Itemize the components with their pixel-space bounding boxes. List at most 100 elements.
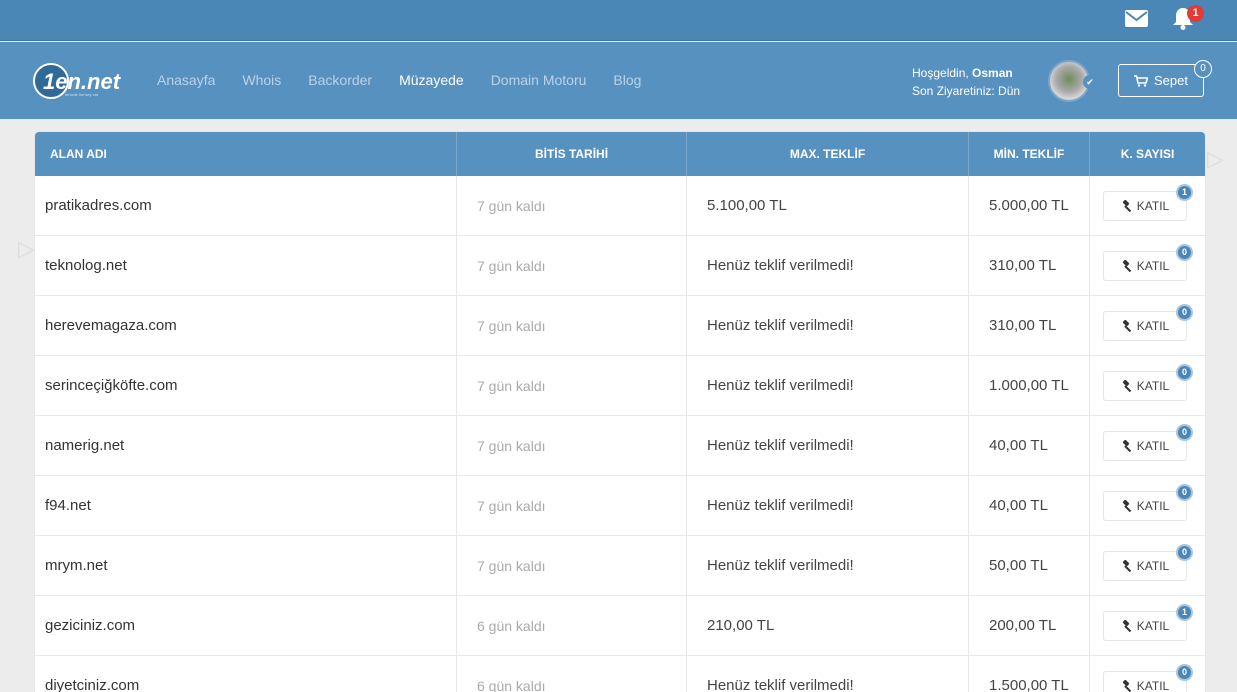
header-end-date[interactable]: BİTİS TARİHİ xyxy=(457,132,687,176)
min-bid: 40,00 TL xyxy=(969,416,1090,475)
gavel-icon xyxy=(1122,499,1131,512)
main-navbar: 1en.net bir'inde her'sey var Anasayfa Wh… xyxy=(0,42,1237,119)
top-bar: 1 xyxy=(0,0,1237,41)
bid-count-badge: 1 xyxy=(1176,184,1193,201)
nav-link-backorder[interactable]: Backorder xyxy=(308,72,372,88)
domain-name[interactable]: teknolog.net xyxy=(35,236,457,295)
bid-count-cell: KATIL 0 xyxy=(1090,296,1205,355)
main-nav: Anasayfa Whois Backorder Müzayede Domain… xyxy=(157,72,668,88)
header-max-bid[interactable]: MAX. TEKLİF xyxy=(687,132,969,176)
join-label: KATIL xyxy=(1136,378,1170,393)
bid-count-badge: 0 xyxy=(1176,304,1193,321)
end-date: 7 gün kaldı xyxy=(457,176,687,235)
end-date: 7 gün kaldı xyxy=(457,296,687,355)
bid-count-cell: KATIL 0 xyxy=(1090,236,1205,295)
join-auction-button[interactable]: KATIL xyxy=(1102,190,1187,221)
bid-count-badge: 0 xyxy=(1176,424,1193,441)
max-bid: Henüz teklif verilmedi! xyxy=(687,236,969,295)
bid-count-badge: 0 xyxy=(1176,544,1193,561)
domain-name[interactable]: f94.net xyxy=(35,476,457,535)
nav-link-domain-motoru[interactable]: Domain Motoru xyxy=(491,72,587,88)
min-bid: 50,00 TL xyxy=(969,536,1090,595)
nav-link-blog[interactable]: Blog xyxy=(613,72,641,88)
min-bid: 310,00 TL xyxy=(969,236,1090,295)
nav-link-anasayfa[interactable]: Anasayfa xyxy=(157,72,215,88)
nav-link-whois[interactable]: Whois xyxy=(242,72,281,88)
background-triangle-icon: ▷ xyxy=(1207,146,1224,171)
table-row: teknolog.net 7 gün kaldı Henüz teklif ve… xyxy=(35,236,1205,296)
cart-icon xyxy=(1134,74,1148,87)
background-triangle-icon: ▷ xyxy=(18,236,35,261)
max-bid: 210,00 TL xyxy=(687,596,969,655)
bid-count-badge: 0 xyxy=(1176,484,1193,501)
max-bid: 5.100,00 TL xyxy=(687,176,969,235)
welcome-text: Hoşgeldin, Osman Son Ziyaretiniz: Dün xyxy=(912,64,1020,100)
end-date: 6 gün kaldı xyxy=(457,656,687,692)
domain-name[interactable]: diyetciniz.com xyxy=(35,656,457,692)
cart-button[interactable]: Sepet xyxy=(1118,64,1204,97)
end-date: 7 gün kaldı xyxy=(457,536,687,595)
table-row: serinceçiğköfte.com 7 gün kaldı Henüz te… xyxy=(35,356,1205,416)
join-label: KATIL xyxy=(1136,438,1170,453)
join-auction-button[interactable]: KATIL xyxy=(1102,370,1187,401)
min-bid: 40,00 TL xyxy=(969,476,1090,535)
gavel-icon xyxy=(1122,679,1131,692)
join-label: KATIL xyxy=(1136,558,1170,573)
verified-check-icon: ✔ xyxy=(1083,75,1097,89)
mail-icon[interactable] xyxy=(1125,10,1148,27)
max-bid: Henüz teklif verilmedi! xyxy=(687,476,969,535)
user-name: Osman xyxy=(972,66,1013,80)
cart-label: Sepet xyxy=(1154,73,1188,88)
table-row: namerig.net 7 gün kaldı Henüz teklif ver… xyxy=(35,416,1205,476)
welcome-prefix: Hoşgeldin, xyxy=(912,66,969,80)
bid-count-badge: 0 xyxy=(1176,664,1193,681)
cart-count-badge: 0 xyxy=(1194,60,1212,78)
svg-text:1en.net: 1en.net xyxy=(43,69,122,94)
domain-name[interactable]: geziciniz.com xyxy=(35,596,457,655)
auction-table: ALAN ADI BİTİS TARİHİ MAX. TEKLİF MİN. T… xyxy=(35,132,1205,692)
bid-count-cell: KATIL 1 xyxy=(1090,596,1205,655)
notification-badge: 1 xyxy=(1187,5,1204,22)
min-bid: 1.500,00 TL xyxy=(969,656,1090,692)
join-auction-button[interactable]: KATIL xyxy=(1102,670,1187,692)
table-header: ALAN ADI BİTİS TARİHİ MAX. TEKLİF MİN. T… xyxy=(35,132,1205,176)
join-auction-button[interactable]: KATIL xyxy=(1102,310,1187,341)
bid-count-cell: KATIL 0 xyxy=(1090,356,1205,415)
bid-count-badge: 1 xyxy=(1176,604,1193,621)
join-label: KATIL xyxy=(1136,198,1170,213)
bid-count-badge: 0 xyxy=(1176,244,1193,261)
join-auction-button[interactable]: KATIL xyxy=(1102,610,1187,641)
join-auction-button[interactable]: KATIL xyxy=(1102,430,1187,461)
join-auction-button[interactable]: KATIL xyxy=(1102,550,1187,581)
end-date: 6 gün kaldı xyxy=(457,596,687,655)
end-date: 7 gün kaldı xyxy=(457,236,687,295)
max-bid: Henüz teklif verilmedi! xyxy=(687,416,969,475)
domain-name[interactable]: pratikadres.com xyxy=(35,176,457,235)
site-logo[interactable]: 1en.net bir'inde her'sey var xyxy=(33,61,137,101)
join-auction-button[interactable]: KATIL xyxy=(1102,490,1187,521)
header-domain[interactable]: ALAN ADI xyxy=(35,132,457,176)
table-row: pratikadres.com 7 gün kaldı 5.100,00 TL … xyxy=(35,176,1205,236)
gavel-icon xyxy=(1122,619,1131,632)
bid-count-cell: KATIL 0 xyxy=(1090,656,1205,692)
domain-name[interactable]: mrym.net xyxy=(35,536,457,595)
table-body: pratikadres.com 7 gün kaldı 5.100,00 TL … xyxy=(35,176,1205,692)
gavel-icon xyxy=(1122,199,1131,212)
join-label: KATIL xyxy=(1136,678,1170,692)
header-bid-count[interactable]: K. SAYISI xyxy=(1090,132,1205,176)
header-min-bid[interactable]: MİN. TEKLİF xyxy=(969,132,1090,176)
join-auction-button[interactable]: KATIL xyxy=(1102,250,1187,281)
gavel-icon xyxy=(1122,439,1131,452)
max-bid: Henüz teklif verilmedi! xyxy=(687,356,969,415)
end-date: 7 gün kaldı xyxy=(457,416,687,475)
table-row: mrym.net 7 gün kaldı Henüz teklif verilm… xyxy=(35,536,1205,596)
nav-link-muzayede[interactable]: Müzayede xyxy=(399,72,464,88)
domain-name[interactable]: herevemagaza.com xyxy=(35,296,457,355)
domain-name[interactable]: namerig.net xyxy=(35,416,457,475)
bid-count-cell: KATIL 1 xyxy=(1090,176,1205,235)
table-row: geziciniz.com 6 gün kaldı 210,00 TL 200,… xyxy=(35,596,1205,656)
domain-name[interactable]: serinceçiğköfte.com xyxy=(35,356,457,415)
max-bid: Henüz teklif verilmedi! xyxy=(687,296,969,355)
bid-count-cell: KATIL 0 xyxy=(1090,476,1205,535)
max-bid: Henüz teklif verilmedi! xyxy=(687,656,969,692)
